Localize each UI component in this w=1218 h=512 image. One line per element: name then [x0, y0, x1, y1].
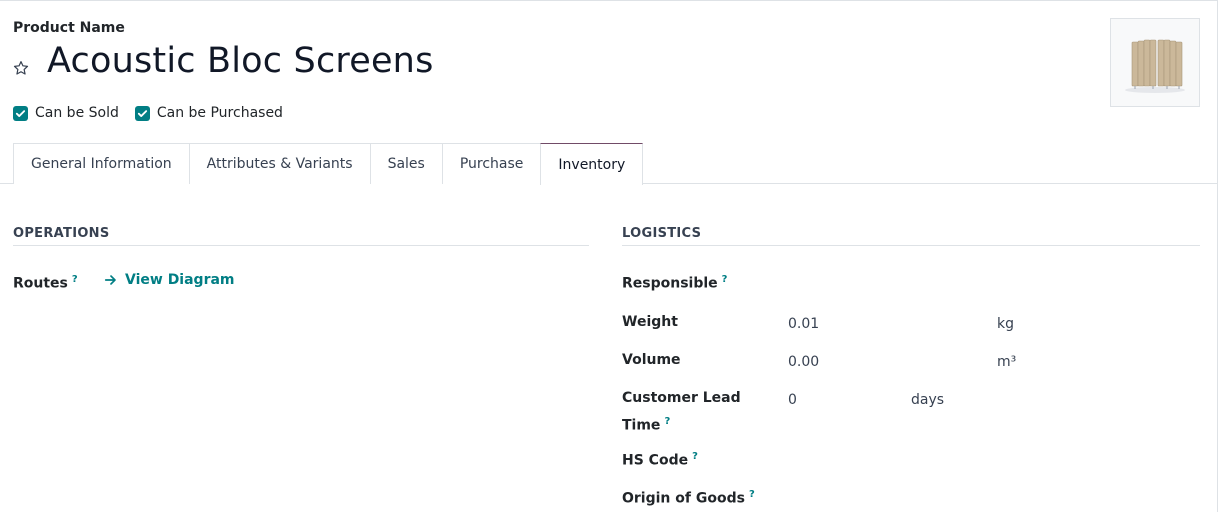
tab-purchase[interactable]: Purchase	[441, 143, 542, 184]
checkbox-checked-icon	[13, 105, 28, 121]
operations-section-title: OPERATIONS	[13, 226, 110, 241]
routes-label: Routes?	[13, 268, 78, 296]
star-outline-icon[interactable]	[12, 59, 30, 77]
can-be-purchased-checkbox[interactable]: Can be Purchased	[134, 105, 283, 121]
responsible-label: Responsible?	[622, 268, 727, 296]
volume-label: Volume	[622, 352, 681, 368]
product-form-sheet: Product Name Acoustic Bloc Screens Can b…	[0, 0, 1218, 512]
logistics-section-title: LOGISTICS	[622, 226, 702, 241]
hs-code-label-text: HS Code	[622, 452, 689, 469]
routes-help-icon[interactable]: ?	[72, 274, 78, 285]
customer-lead-time-input[interactable]: 0	[788, 392, 797, 408]
logistics-divider	[622, 245, 1200, 246]
customer-lead-time-label-line2: Time	[622, 417, 661, 434]
view-diagram-link[interactable]: View Diagram	[104, 272, 235, 288]
product-image[interactable]	[1110, 18, 1200, 107]
checkbox-checked-icon	[134, 105, 150, 121]
weight-unit: kg	[997, 316, 1014, 332]
operations-divider	[13, 245, 589, 246]
weight-input[interactable]: 0.01	[788, 316, 819, 332]
product-name-label: Product Name	[13, 20, 125, 36]
arrow-right-icon	[104, 275, 116, 285]
routes-label-text: Routes	[13, 275, 68, 292]
responsible-help-icon[interactable]: ?	[722, 274, 728, 285]
can-be-sold-checkbox[interactable]: Can be Sold	[13, 105, 119, 121]
volume-unit: m³	[997, 354, 1017, 370]
can-be-sold-label: Can be Sold	[35, 105, 119, 121]
hs-code-help-icon[interactable]: ?	[692, 451, 698, 462]
origin-help-icon[interactable]: ?	[749, 489, 755, 500]
product-name-input[interactable]: Acoustic Bloc Screens	[47, 41, 434, 81]
origin-of-goods-label-text: Origin of Goods	[622, 490, 745, 507]
volume-input[interactable]: 0.00	[788, 354, 819, 370]
tab-attributes-variants[interactable]: Attributes & Variants	[188, 143, 371, 184]
product-flags: Can be Sold Can be Purchased	[13, 105, 299, 121]
tab-sales[interactable]: Sales	[369, 143, 443, 184]
customer-lead-time-label: Customer Lead Time?	[622, 387, 741, 438]
view-diagram-label: View Diagram	[125, 272, 235, 288]
acoustic-screen-image	[1125, 39, 1185, 93]
lead-time-help-icon[interactable]: ?	[664, 416, 670, 427]
lead-time-unit: days	[911, 392, 945, 408]
responsible-label-text: Responsible	[622, 275, 718, 292]
customer-lead-time-label-line1: Customer Lead	[622, 390, 741, 406]
form-tabs: General Information Attributes & Variant…	[13, 143, 644, 185]
origin-of-goods-label: Origin of Goods?	[622, 483, 755, 511]
hs-code-label: HS Code?	[622, 445, 698, 473]
can-be-purchased-label: Can be Purchased	[156, 105, 283, 121]
tab-inventory[interactable]: Inventory	[540, 143, 644, 185]
weight-label: Weight	[622, 314, 678, 330]
tab-general-information[interactable]: General Information	[13, 143, 190, 184]
